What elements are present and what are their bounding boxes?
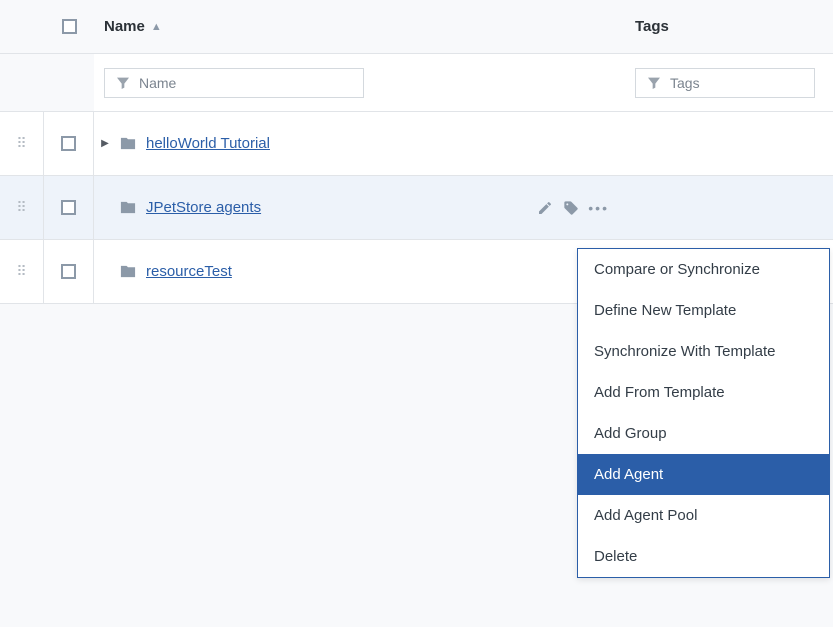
menu-item-define-template[interactable]: Define New Template: [578, 290, 829, 331]
tags-column-header[interactable]: Tags: [635, 18, 833, 35]
menu-item-delete[interactable]: Delete: [578, 536, 829, 577]
row-checkbox[interactable]: [61, 200, 76, 215]
name-filter-placeholder: Name: [139, 75, 176, 91]
resource-link[interactable]: helloWorld Tutorial: [146, 135, 270, 152]
tags-filter-input[interactable]: Tags: [635, 68, 815, 98]
col-check-header: [44, 19, 94, 34]
tags-filter-placeholder: Tags: [670, 75, 700, 91]
tags-column-label: Tags: [635, 18, 669, 35]
menu-item-compare[interactable]: Compare or Synchronize: [578, 249, 829, 290]
table-row: JPetStore agents •••: [0, 176, 833, 240]
menu-item-add-group[interactable]: Add Group: [578, 413, 829, 454]
filter-icon: [115, 75, 131, 91]
filter-icon: [646, 75, 662, 91]
context-menu: Compare or Synchronize Define New Templa…: [577, 248, 830, 578]
menu-item-add-agent[interactable]: Add Agent: [578, 454, 829, 495]
sort-asc-icon: ▲: [151, 21, 162, 33]
resource-link[interactable]: resourceTest: [146, 263, 232, 280]
folder-icon: [118, 263, 138, 280]
name-column-label: Name: [104, 18, 145, 35]
resource-link[interactable]: JPetStore agents: [146, 199, 261, 216]
name-column-header[interactable]: Name ▲: [104, 18, 513, 35]
table-row: ▶ helloWorld Tutorial: [0, 112, 833, 176]
drag-handle-icon[interactable]: [16, 263, 26, 281]
select-all-checkbox[interactable]: [62, 19, 77, 34]
edit-icon[interactable]: [536, 199, 554, 217]
expand-icon[interactable]: ▶: [100, 138, 110, 149]
menu-item-sync-template[interactable]: Synchronize With Template: [578, 331, 829, 372]
name-filter-input[interactable]: Name: [104, 68, 364, 98]
folder-icon: [118, 135, 138, 152]
menu-item-add-from-template[interactable]: Add From Template: [578, 372, 829, 413]
more-actions-icon[interactable]: •••: [588, 200, 609, 216]
row-checkbox[interactable]: [61, 264, 76, 279]
drag-handle-icon[interactable]: [16, 135, 26, 153]
tag-icon[interactable]: [562, 199, 580, 217]
menu-item-add-agent-pool[interactable]: Add Agent Pool: [578, 495, 829, 536]
table-header: Name ▲ Tags: [0, 0, 833, 54]
drag-handle-icon[interactable]: [16, 199, 26, 217]
folder-icon: [118, 199, 138, 216]
row-checkbox[interactable]: [61, 136, 76, 151]
filter-row: Name Tags: [0, 54, 833, 112]
